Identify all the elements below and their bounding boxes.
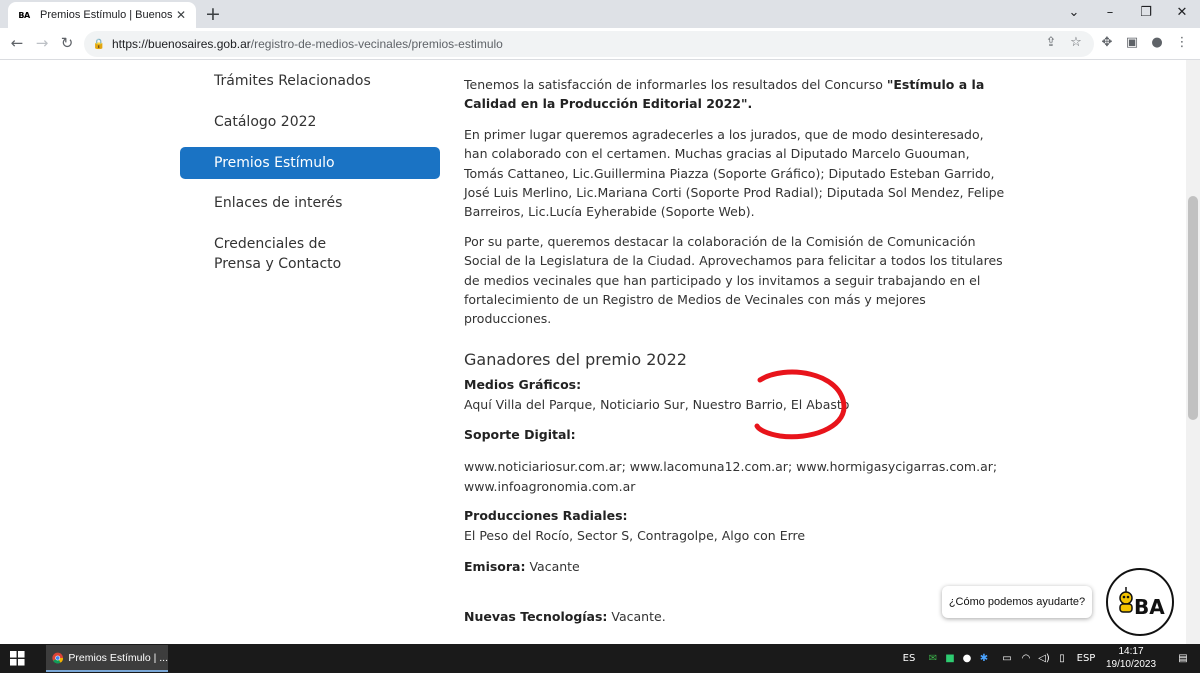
url-text[interactable]: https://buenosaires.gob.ar/registro-de-m… (112, 37, 503, 51)
chat-assistant-button[interactable]: BA (1106, 568, 1174, 636)
browser-tab[interactable]: BA Premios Estímulo | Buenos Aires ✕ (8, 2, 196, 28)
tab-search-chevron-icon[interactable]: ⌄ (1056, 0, 1092, 28)
tab-title: Premios Estímulo | Buenos Aires (40, 9, 174, 21)
new-tab-button[interactable]: + (202, 3, 224, 25)
app-tray-icon[interactable]: ■ (943, 644, 957, 673)
intro-paragraph: Tenemos la satisfacción de informarles l… (464, 77, 985, 112)
tray-language-short[interactable]: ES (898, 644, 920, 673)
chat-prompt-bubble[interactable]: ¿Cómo podemos ayudarte? (942, 586, 1092, 618)
page-viewport: Trámites Relacionados Catálogo 2022 Prem… (0, 60, 1200, 644)
browser-toolbar: ← → ↻ 🔒 https://buenosaires.gob.ar/regis… (0, 28, 1200, 60)
close-window-button[interactable]: ✕ (1164, 0, 1200, 28)
radiales-label: Producciones Radiales: (464, 508, 628, 523)
clock-date: 19/10/2023 (1105, 658, 1157, 670)
forward-arrow-icon[interactable]: → (31, 32, 53, 54)
notifications-icon[interactable]: ▤ (1170, 644, 1196, 673)
windows-taskbar: Premios Estímulo | ... ES ✉ ■ ● ✱ ▭ ◠ ◁)… (0, 644, 1200, 673)
profile-icon[interactable]: ● (1146, 32, 1168, 54)
page-scrollbar[interactable] (1186, 60, 1200, 644)
nuevas-line: Nuevas Tecnologías: Vacante. (464, 609, 666, 624)
tray-language-code[interactable]: ESP (1074, 644, 1098, 673)
sidebar-item-credenciales[interactable]: Credenciales de Prensa y Contacto (180, 234, 380, 274)
bookmark-star-icon[interactable]: ☆ (1066, 32, 1086, 54)
volume-icon[interactable]: ◁) (1036, 644, 1052, 673)
minimize-button[interactable]: – (1092, 0, 1128, 28)
svg-text:BA: BA (1134, 595, 1165, 619)
sidebar-item-premios[interactable]: Premios Estímulo (180, 147, 440, 179)
red-annotation-scribble (754, 369, 847, 440)
digital-label: Soporte Digital: (464, 427, 576, 442)
sidebar-item-tramites[interactable]: Trámites Relacionados (180, 71, 440, 91)
tab-close-icon[interactable]: ✕ (174, 8, 188, 22)
taskbar-clock[interactable]: 14:17 19/10/2023 (1098, 646, 1164, 671)
bluetooth-icon[interactable]: ✱ (977, 644, 991, 673)
menu-kebab-icon[interactable]: ⋮ (1171, 32, 1193, 54)
restore-button[interactable]: ❐ (1128, 0, 1164, 28)
tab-strip: BA Premios Estímulo | Buenos Aires ✕ + ⌄… (0, 0, 1200, 28)
taskbar-app-title: Premios Estímulo | ... (68, 651, 168, 664)
address-bar[interactable]: 🔒 https://buenosaires.gob.ar/registro-de… (84, 31, 1094, 57)
reload-icon[interactable]: ↻ (56, 32, 78, 54)
clock-time: 14:17 (1118, 646, 1144, 657)
windows-start-icon[interactable] (10, 651, 25, 666)
lock-icon[interactable]: 🔒 (92, 39, 106, 50)
chrome-icon (52, 652, 64, 663)
back-arrow-icon[interactable]: ← (6, 32, 28, 54)
radiales-value: El Peso del Rocío, Sector S, Contragolpe… (464, 528, 806, 543)
digital-value: www.noticiariosur.com.ar; www.lacomuna12… (464, 459, 998, 494)
ba-favicon-icon: BA (18, 10, 30, 20)
emisora-line: Emisora: Vacante (464, 559, 580, 574)
ba-chatbot-logo-icon: BA (1119, 587, 1165, 619)
scrollbar-thumb[interactable] (1188, 196, 1198, 420)
collaboration-paragraph: Por su parte, queremos destacar la colab… (464, 234, 1003, 327)
mail-icon[interactable]: ✉ (926, 644, 940, 673)
wifi-icon[interactable]: ◠ (1018, 644, 1034, 673)
taskbar-chrome-app[interactable]: Premios Estímulo | ... (46, 645, 168, 672)
winners-heading: Ganadores del premio 2022 (464, 350, 687, 369)
battery-icon[interactable]: ▭ (998, 644, 1016, 673)
share-icon[interactable]: ⇪ (1041, 32, 1061, 54)
tray-app-k-icon[interactable]: ● (960, 644, 974, 673)
sidebar-item-enlaces[interactable]: Enlaces de interés (180, 193, 440, 213)
extensions-puzzle-icon[interactable]: ✥ (1096, 32, 1118, 54)
battery-status-icon[interactable]: ▯ (1054, 644, 1070, 673)
graficos-label: Medios Gráficos: (464, 377, 582, 392)
side-panel-icon[interactable]: ▣ (1121, 32, 1143, 54)
sidebar-item-catalogo[interactable]: Catálogo 2022 (180, 112, 440, 132)
thanks-paragraph: En primer lugar queremos agradecerles a … (464, 127, 1005, 220)
